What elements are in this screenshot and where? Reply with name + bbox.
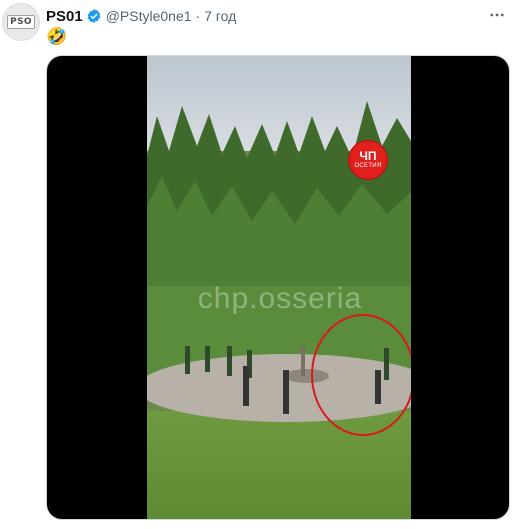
- timestamp[interactable]: 7 год: [204, 8, 236, 24]
- badge-line1: ЧП: [359, 149, 377, 163]
- channel-badge: ЧП ОСЕТИЯ: [348, 140, 388, 180]
- badge-line2: ОСЕТИЯ: [354, 163, 382, 169]
- tweet-header: PS01 @PStyle0ne1 · 7 год: [46, 6, 236, 26]
- more-dots-icon[interactable]: [487, 5, 507, 25]
- display-name[interactable]: PS01: [46, 8, 83, 25]
- verified-badge-icon: [86, 8, 102, 24]
- separator-dot: ·: [195, 8, 201, 24]
- handle[interactable]: @PStyle0ne1: [106, 8, 192, 24]
- avatar[interactable]: PSO: [2, 3, 40, 41]
- tweet-text: 🤣: [46, 27, 68, 46]
- video-frame[interactable]: chp.osseria ЧП ОСЕТИЯ: [147, 56, 411, 519]
- highlight-circle: [311, 314, 411, 436]
- video-watermark: chp.osseria: [197, 282, 363, 315]
- avatar-logo: PSO: [7, 15, 35, 29]
- tweet-media[interactable]: chp.osseria ЧП ОСЕТИЯ: [46, 55, 510, 520]
